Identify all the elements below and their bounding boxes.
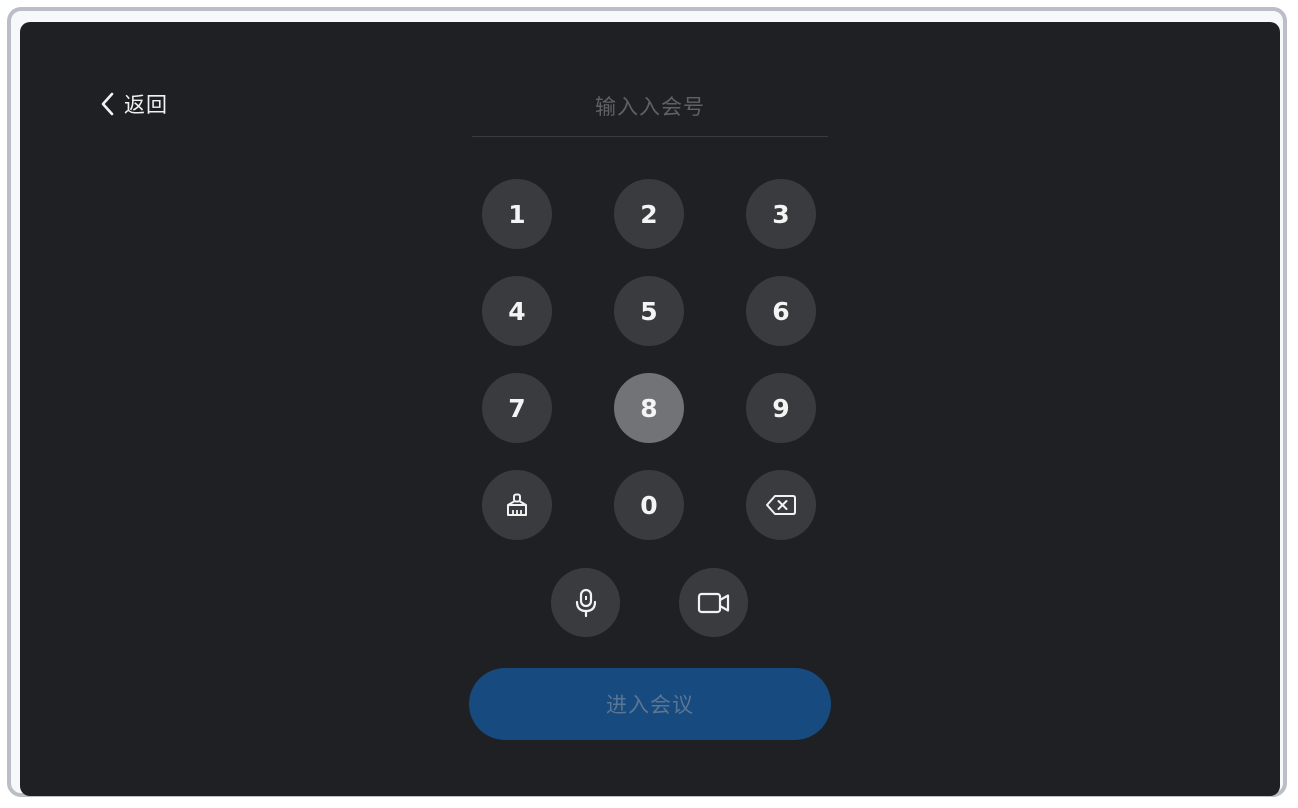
keypad-key-0[interactable]: 0 [614, 470, 684, 540]
back-button[interactable]: 返回 [96, 86, 168, 122]
camera-toggle[interactable] [679, 568, 748, 637]
broom-clear-icon [504, 492, 530, 518]
meeting-number-input[interactable] [472, 78, 828, 137]
keypad-key-9[interactable]: 9 [746, 373, 816, 443]
keypad-key-1[interactable]: 1 [482, 179, 552, 249]
meeting-join-screen: 返回 1 2 3 4 5 6 7 8 9 0 [20, 22, 1280, 796]
clear-button[interactable] [482, 470, 552, 540]
backspace-icon [765, 493, 797, 517]
delete-button[interactable] [746, 470, 816, 540]
keypad-key-2[interactable]: 2 [614, 179, 684, 249]
keypad-key-3[interactable]: 3 [746, 179, 816, 249]
back-label: 返回 [124, 93, 168, 117]
keypad-key-6[interactable]: 6 [746, 276, 816, 346]
keypad-key-4[interactable]: 4 [482, 276, 552, 346]
keypad-key-5[interactable]: 5 [614, 276, 684, 346]
keypad-key-7[interactable]: 7 [482, 373, 552, 443]
chevron-left-icon [96, 91, 118, 117]
microphone-toggle[interactable] [551, 568, 620, 637]
keypad-key-8[interactable]: 8 [614, 373, 684, 443]
enter-meeting-button[interactable]: 进入会议 [469, 668, 831, 740]
microphone-icon [574, 588, 598, 618]
video-camera-icon [697, 590, 731, 616]
